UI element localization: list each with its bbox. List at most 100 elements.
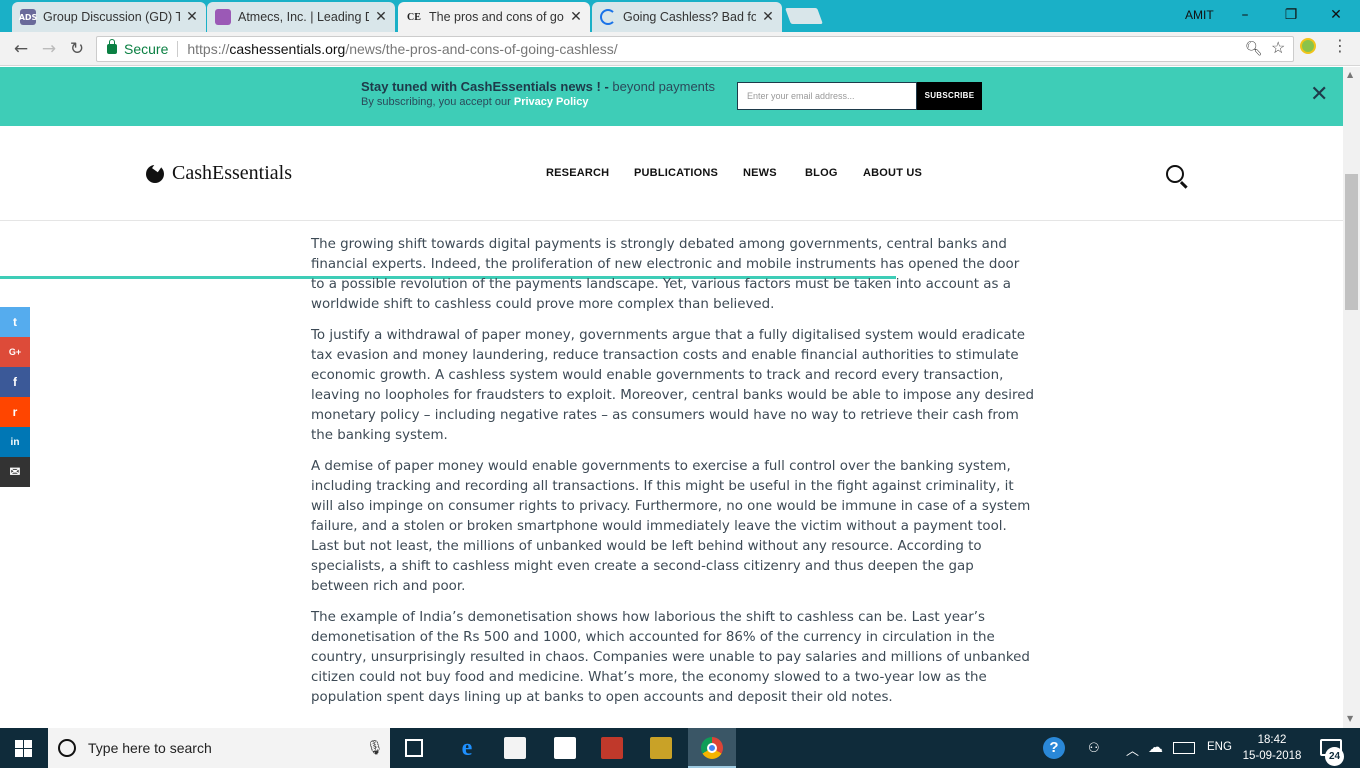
restore-button[interactable]: ❐	[1276, 4, 1306, 26]
onedrive-icon[interactable]: ☁	[1148, 738, 1163, 756]
language-indicator[interactable]: ENG	[1207, 741, 1232, 753]
ads-favicon-icon: ADS	[19, 9, 37, 25]
article-paragraph: The growing shift towards digital paymen…	[311, 237, 1020, 312]
scroll-up-icon[interactable]: ▲	[1347, 70, 1353, 79]
store-icon[interactable]	[504, 737, 526, 759]
nav-publications[interactable]: PUBLICATIONS	[634, 167, 718, 179]
article-body: The growing shift towards digital paymen…	[311, 235, 1035, 719]
tab-group-discussion[interactable]: ADS Group Discussion (GD) To ✕	[12, 2, 206, 32]
logo-text: CashEssentials	[172, 162, 292, 184]
extension-icon[interactable]	[1300, 38, 1316, 54]
privacy-policy-link[interactable]: Privacy Policy	[514, 96, 589, 108]
help-icon[interactable]: ?	[1043, 737, 1065, 759]
chrome-icon[interactable]	[701, 737, 723, 759]
banner-title: Stay tuned with CashEssentials news ! - …	[361, 79, 715, 94]
zoom-search-icon[interactable]: 🔍︎	[1245, 40, 1263, 57]
taskbar-clock[interactable]: 18:42 15-09-2018	[1240, 732, 1304, 764]
clock-date: 15-09-2018	[1242, 750, 1302, 762]
tab-atmecs[interactable]: Atmecs, Inc. | Leading Dig ✕	[207, 2, 395, 32]
nav-about-us[interactable]: ABOUT US	[863, 167, 922, 179]
tab-title: The pros and cons of goi	[429, 10, 564, 24]
back-button[interactable]: ←	[9, 37, 33, 61]
share-email-button[interactable]: ✉	[0, 457, 30, 487]
task-view-icon[interactable]	[405, 739, 423, 757]
sticky-notes-icon[interactable]	[554, 737, 576, 759]
twitter-icon: t	[13, 315, 17, 329]
email-icon: ✉	[9, 464, 21, 479]
email-field[interactable]: Enter your email address...	[737, 82, 917, 110]
tab-going-cashless[interactable]: Going Cashless? Bad for T ✕	[592, 2, 782, 32]
menu-icon[interactable]: ⋮	[1332, 36, 1348, 55]
forward-button[interactable]: →	[37, 37, 61, 61]
share-reddit-button[interactable]: r	[0, 397, 30, 427]
banner-title-light: beyond payments	[608, 79, 716, 94]
taskbar-search-box[interactable]: Type here to search 🎙︎	[48, 728, 390, 768]
close-tab-icon[interactable]: ✕	[186, 9, 198, 25]
nav-research[interactable]: RESEARCH	[546, 167, 609, 179]
share-linkedin-button[interactable]: in	[0, 427, 30, 457]
tab-title: Group Discussion (GD) To	[43, 10, 180, 24]
profile-name[interactable]: AMIT	[1185, 8, 1214, 22]
notification-count-badge[interactable]: 24	[1325, 747, 1344, 766]
new-tab-button[interactable]	[785, 8, 823, 24]
url-host: cashessentials.org	[229, 41, 346, 57]
share-facebook-button[interactable]: f	[0, 367, 30, 397]
edge-browser-icon[interactable]: e	[456, 736, 478, 760]
close-banner-icon[interactable]: ✕	[1310, 83, 1328, 107]
url-path: /news/the-pros-and-cons-of-going-cashles…	[345, 41, 618, 57]
google-plus-icon: G+	[8, 347, 22, 357]
address-bar[interactable]: Secure https://cashessentials.org/news/t…	[96, 36, 1294, 62]
share-twitter-button[interactable]: t	[0, 307, 30, 337]
lock-icon[interactable]	[107, 39, 117, 54]
tab-title: Going Cashless? Bad for T	[623, 10, 756, 24]
site-header: CashEssentials RESEARCH PUBLICATIONS NEW…	[0, 126, 1343, 279]
show-hidden-icons-icon[interactable]: ︿	[1126, 740, 1139, 759]
clock-time: 18:42	[1257, 734, 1287, 746]
reload-button[interactable]: ↻	[65, 37, 89, 61]
subscribe-button[interactable]: SUBSCRIBE	[917, 82, 982, 110]
people-icon[interactable]: ⚇	[1088, 740, 1100, 756]
reddit-icon: r	[12, 405, 18, 419]
atmecs-favicon-icon	[215, 9, 231, 25]
close-tab-icon[interactable]: ✕	[570, 9, 582, 25]
search-icon[interactable]	[1166, 165, 1184, 183]
close-tab-icon[interactable]: ✕	[375, 9, 387, 25]
ce-favicon-icon: CE	[406, 9, 422, 25]
microphone-icon[interactable]: 🎙︎	[366, 739, 384, 756]
page-scrollbar[interactable]: ▲ ▼	[1343, 67, 1360, 728]
banner-subtext: By subscribing, you accept our Privacy P…	[361, 96, 588, 108]
logo-mark-icon	[146, 164, 164, 183]
banner-sub-text: By subscribing, you accept our	[361, 96, 514, 108]
app-icon-red[interactable]	[601, 737, 623, 759]
linkedin-icon: in	[10, 436, 20, 448]
newsletter-banner: Stay tuned with CashEssentials news ! - …	[0, 67, 1343, 126]
facebook-icon: f	[13, 375, 17, 389]
scroll-down-icon[interactable]: ▼	[1347, 714, 1353, 723]
site-logo[interactable]: CashEssentials	[146, 162, 292, 185]
windows-taskbar: Type here to search 🎙︎ e ? ⚇ ︿ ☁ ENG 18:…	[0, 728, 1360, 768]
divider	[177, 41, 179, 57]
nav-news[interactable]: NEWS	[743, 167, 777, 179]
article-paragraph: To justify a withdrawal of paper money, …	[311, 328, 1034, 443]
url-scheme: https://	[187, 41, 230, 57]
secure-label[interactable]: Secure	[124, 41, 168, 57]
scrollbar-thumb[interactable]	[1345, 174, 1358, 310]
page-viewport: Stay tuned with CashEssentials news ! - …	[0, 67, 1343, 728]
windows-start-icon[interactable]	[15, 740, 32, 757]
article-paragraph: The example of India’s demonetisation sh…	[311, 610, 1030, 705]
nav-blog[interactable]: BLOG	[805, 167, 838, 179]
banner-title-bold: Stay tuned with CashEssentials news ! -	[361, 79, 609, 94]
keyboard-icon[interactable]	[1173, 742, 1195, 754]
bookmark-star-icon[interactable]: ☆	[1271, 38, 1285, 58]
browser-toolbar: ← → ↻ Secure https://cashessentials.org /…	[0, 32, 1360, 66]
close-tab-icon[interactable]: ✕	[762, 9, 774, 25]
tab-pros-and-cons[interactable]: CE The pros and cons of goi ✕	[398, 2, 590, 32]
tab-strip: ADS Group Discussion (GD) To ✕ Atmecs, I…	[0, 0, 1360, 32]
tab-title: Atmecs, Inc. | Leading Dig	[238, 10, 369, 24]
share-google-plus-button[interactable]: G+	[0, 337, 30, 367]
article-paragraph: A demise of paper money would enable gov…	[311, 459, 1031, 594]
app-icon-tools[interactable]	[650, 737, 672, 759]
cortana-icon	[58, 739, 76, 757]
close-window-button[interactable]: ✕	[1321, 4, 1351, 26]
minimize-button[interactable]: –	[1230, 4, 1260, 26]
